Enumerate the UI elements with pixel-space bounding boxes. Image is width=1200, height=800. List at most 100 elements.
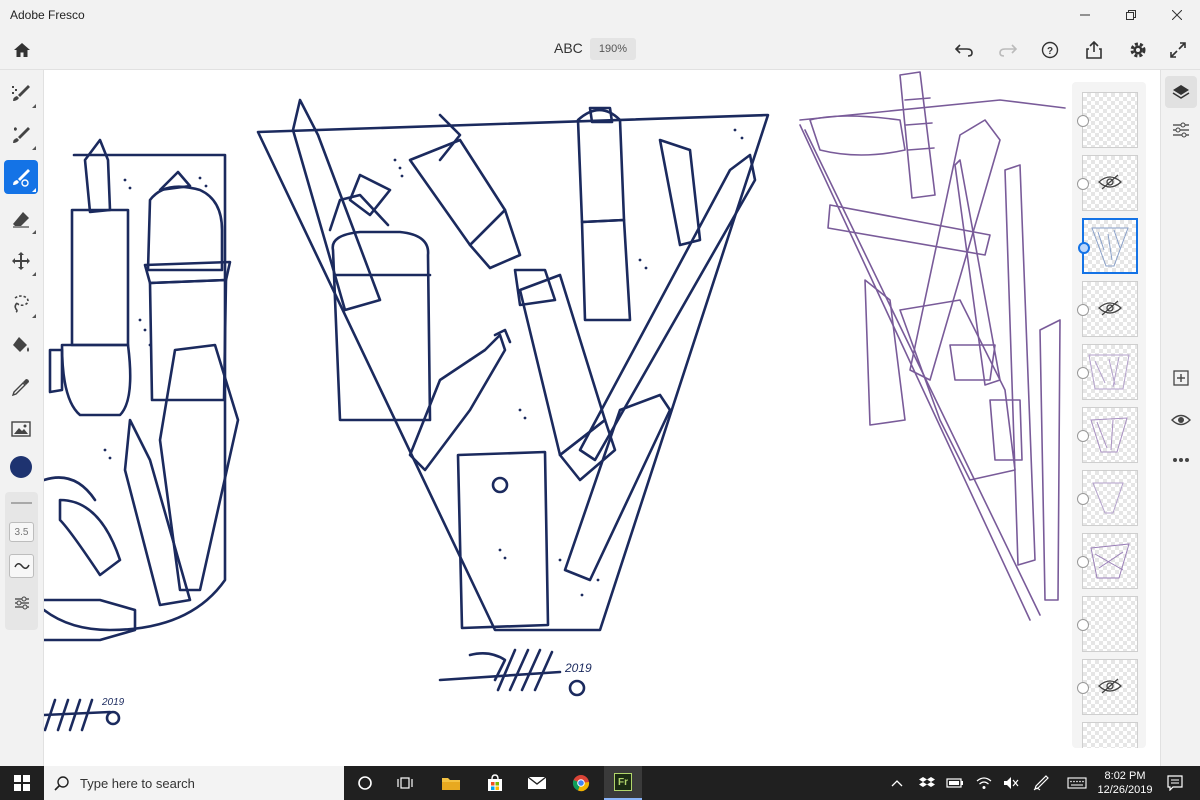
task-view-button[interactable]: [386, 766, 424, 800]
clock-time: 8:02 PM: [1104, 770, 1146, 782]
touch-keyboard-button[interactable]: [1066, 774, 1088, 792]
layer-thumbnail[interactable]: [1077, 92, 1138, 148]
action-center-button[interactable]: [1166, 774, 1184, 792]
minimize-button[interactable]: [1062, 0, 1108, 30]
tool-live-brush[interactable]: [4, 118, 38, 152]
help-button[interactable]: ?: [1036, 36, 1064, 64]
close-button[interactable]: [1154, 0, 1200, 30]
layers-panel: [1072, 82, 1146, 748]
layer-thumbnail[interactable]: [1077, 470, 1138, 526]
layer-thumbnail[interactable]: [1082, 722, 1138, 748]
notification-icon: [1167, 775, 1183, 791]
brush-size-value[interactable]: 3.5: [9, 522, 34, 542]
layer-selector[interactable]: [1077, 304, 1089, 316]
tool-submenu-indicator: [32, 314, 36, 318]
show-hidden-icons-button[interactable]: [888, 774, 906, 792]
undo-icon: [955, 44, 973, 57]
taskbar-search[interactable]: Type here to search: [44, 766, 344, 800]
chevron-up-icon: [891, 780, 903, 787]
layer-selector[interactable]: [1077, 556, 1089, 568]
sliders-icon: [1173, 122, 1189, 138]
artwork: 2019 2019: [44, 71, 1066, 732]
taskbar-clock[interactable]: 8:02 PM 12/26/2019: [1095, 769, 1155, 797]
brush-panel-handle[interactable]: [11, 502, 32, 504]
pen-workspace-button[interactable]: [1032, 774, 1050, 792]
eye-icon: [1171, 414, 1191, 426]
document-title[interactable]: ABC: [554, 40, 583, 56]
current-color-swatch[interactable]: [10, 456, 32, 478]
chrome-icon: [572, 775, 590, 792]
search-icon: [54, 776, 69, 791]
layer-selector[interactable]: [1077, 178, 1089, 190]
drawing-canvas[interactable]: 2019 2019: [44, 70, 1160, 766]
add-layer-icon: [1173, 370, 1189, 386]
pen-icon: [1033, 775, 1049, 791]
layer-selector[interactable]: [1077, 493, 1089, 505]
tool-move-transform[interactable]: [4, 244, 38, 278]
layer-thumbnail[interactable]: [1077, 155, 1138, 211]
file-explorer-button[interactable]: [432, 766, 470, 800]
app-header: ABC 190% ?: [0, 30, 1200, 70]
vector-brush-icon: [13, 169, 30, 187]
store-button[interactable]: [476, 766, 514, 800]
layers-button[interactable]: [1165, 76, 1197, 108]
more-options-button[interactable]: [1165, 444, 1197, 476]
layer-properties-button[interactable]: [1165, 114, 1197, 146]
dropbox-tray-button[interactable]: [918, 774, 936, 792]
layer-selector[interactable]: [1077, 367, 1089, 379]
gear-icon: [1130, 42, 1146, 58]
undo-button[interactable]: [950, 36, 978, 64]
add-layer-button[interactable]: [1165, 362, 1197, 394]
tool-pixel-brush[interactable]: [4, 76, 38, 110]
tool-eraser[interactable]: [4, 202, 38, 236]
layer-preview: [1090, 543, 1130, 579]
battery-tray-button[interactable]: [946, 774, 964, 792]
layer-selector[interactable]: [1077, 430, 1089, 442]
layer-thumbnail[interactable]: [1077, 281, 1138, 337]
layer-selector[interactable]: [1077, 619, 1089, 631]
dropbox-icon: [919, 777, 935, 787]
cortana-button[interactable]: [346, 766, 384, 800]
layer-selector[interactable]: [1078, 242, 1090, 254]
brush-settings-panel: 3.5: [5, 492, 38, 630]
tool-fill[interactable]: [4, 328, 38, 362]
settings-button[interactable]: [1124, 36, 1152, 64]
start-button[interactable]: [0, 766, 44, 800]
left-toolbar: 3.5: [0, 70, 44, 766]
brush-settings-button[interactable]: [11, 592, 33, 614]
tool-eyedropper[interactable]: [4, 370, 38, 404]
window-titlebar: Adobe Fresco: [0, 0, 1200, 30]
restore-button[interactable]: [1108, 0, 1154, 30]
redo-button[interactable]: [994, 36, 1022, 64]
layer-selector[interactable]: [1077, 115, 1089, 127]
volume-tray-button[interactable]: [1002, 774, 1020, 792]
help-icon: ?: [1041, 41, 1059, 59]
layer-thumbnail[interactable]: [1077, 533, 1138, 589]
layer-thumbnail[interactable]: [1077, 344, 1138, 400]
live-brush-icon: [13, 127, 30, 143]
hidden-eye-icon: [1098, 300, 1122, 316]
zoom-level[interactable]: 190%: [590, 38, 636, 60]
hidden-eye-icon: [1098, 174, 1122, 190]
home-icon: [14, 43, 30, 57]
home-button[interactable]: [8, 36, 36, 64]
layer-thumbnail[interactable]: [1077, 659, 1138, 715]
tool-place-image[interactable]: [4, 412, 38, 446]
brush-smoothing-button[interactable]: [9, 554, 34, 578]
wifi-tray-button[interactable]: [975, 774, 993, 792]
layer-thumbnail[interactable]: [1077, 407, 1138, 463]
fullscreen-button[interactable]: [1164, 36, 1192, 64]
windows-icon: [14, 775, 30, 791]
chrome-button[interactable]: [562, 766, 600, 800]
share-button[interactable]: [1080, 36, 1108, 64]
layer-thumbnail[interactable]: [1077, 596, 1138, 652]
right-toolbar: [1160, 70, 1200, 766]
tool-lasso[interactable]: [4, 286, 38, 320]
tool-vector-brush[interactable]: [4, 160, 38, 194]
layer-selector[interactable]: [1077, 682, 1089, 694]
layer-thumbnail-active[interactable]: [1078, 218, 1138, 274]
wave-icon: [13, 563, 30, 569]
layer-visibility-button[interactable]: [1165, 404, 1197, 436]
mail-button[interactable]: [518, 766, 556, 800]
fresco-taskbar-button[interactable]: Fr: [604, 766, 642, 800]
